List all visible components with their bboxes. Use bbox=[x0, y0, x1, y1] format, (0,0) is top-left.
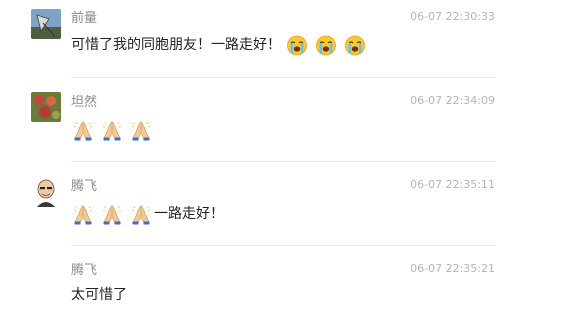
comment-timestamp: 06-07 22:34:09 bbox=[410, 94, 495, 107]
folded-hands-emoji bbox=[101, 203, 123, 225]
crying-face-emoji bbox=[315, 34, 337, 56]
avatar-kite-image bbox=[31, 9, 61, 39]
avatar[interactable] bbox=[31, 9, 61, 39]
avatar[interactable] bbox=[31, 92, 61, 122]
folded-hands-emoji bbox=[101, 119, 123, 141]
comment-list: 前量 06-07 22:30:33 可惜了我的同胞朋友！一路走好！ 坦然 06-… bbox=[0, 0, 569, 313]
author-name[interactable]: 腾飞 bbox=[71, 179, 97, 195]
comment-timestamp: 06-07 22:30:33 bbox=[410, 10, 495, 23]
divider bbox=[71, 245, 496, 246]
divider bbox=[71, 77, 496, 78]
comment-text bbox=[71, 119, 159, 141]
comment-text-content: 太可惜了 bbox=[71, 287, 127, 303]
comment-timestamp: 06-07 22:35:11 bbox=[410, 178, 495, 191]
comment-text: 太可惜了 bbox=[71, 284, 127, 306]
author-name[interactable]: 坦然 bbox=[71, 95, 97, 111]
author-name[interactable]: 腾飞 bbox=[71, 263, 97, 279]
folded-hands-emoji bbox=[72, 203, 94, 225]
divider bbox=[71, 161, 496, 162]
comment-text: 可惜了我的同胞朋友！一路走好！ bbox=[71, 34, 373, 56]
comment-text-content: 一路走好！ bbox=[154, 206, 224, 222]
avatar-food-image bbox=[31, 92, 61, 122]
comment-timestamp: 06-07 22:35:21 bbox=[410, 262, 495, 275]
crying-face-emoji bbox=[344, 34, 366, 56]
avatar[interactable] bbox=[31, 177, 61, 207]
folded-hands-emoji bbox=[130, 119, 152, 141]
avatar-cartoon-man-image bbox=[31, 177, 61, 207]
author-name[interactable]: 前量 bbox=[71, 11, 97, 27]
folded-hands-emoji bbox=[130, 203, 152, 225]
crying-face-emoji bbox=[286, 34, 308, 56]
comment-text: 一路走好！ bbox=[71, 203, 224, 225]
comment-text-content: 可惜了我的同胞朋友！一路走好！ bbox=[71, 37, 281, 53]
folded-hands-emoji bbox=[72, 119, 94, 141]
